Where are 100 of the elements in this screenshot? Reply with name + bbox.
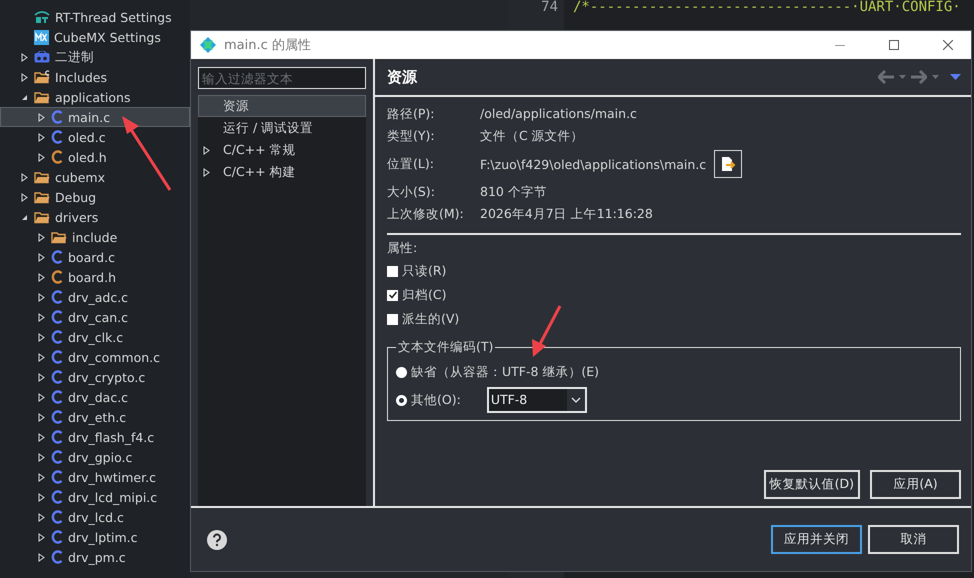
help-icon[interactable] — [207, 530, 227, 550]
collapsed-triangle-icon[interactable] — [37, 512, 46, 522]
page-heading: 资源 — [387, 68, 418, 86]
c-file-icon — [51, 450, 63, 464]
cancel-button[interactable]: 取消 — [868, 525, 959, 554]
collapsed-triangle-icon[interactable] — [37, 532, 46, 542]
collapsed-triangle-icon[interactable] — [37, 432, 46, 442]
dropdown-caret-icon[interactable] — [899, 75, 906, 79]
tree-item[interactable]: drv_hwtimer.c — [0, 467, 190, 487]
tree-item[interactable]: drv_lcd.c — [0, 507, 190, 527]
c-file-icon — [51, 430, 63, 444]
tree-item[interactable]: main.c — [0, 107, 190, 127]
collapsed-triangle-icon[interactable] — [37, 352, 46, 362]
collapsed-triangle-icon[interactable] — [37, 392, 46, 402]
tree-item[interactable]: drv_can.c — [0, 307, 190, 327]
open-location-button[interactable] — [714, 150, 742, 178]
apply-and-close-button[interactable]: 应用并关闭 — [771, 525, 862, 554]
radio-button[interactable] — [396, 366, 407, 378]
tree-item[interactable]: board.h — [0, 267, 190, 287]
tree-item[interactable]: oled.c — [0, 127, 190, 147]
page-button[interactable]: 恢复默认值(D) — [764, 470, 860, 499]
radio-button[interactable] — [396, 394, 407, 406]
mx-settings-icon — [34, 30, 49, 44]
collapsed-triangle-icon[interactable] — [20, 52, 29, 62]
c-file-icon — [51, 350, 63, 364]
collapsed-triangle-icon[interactable] — [37, 412, 46, 422]
group-title: 文本文件编码(T) — [396, 338, 496, 356]
checkbox[interactable] — [387, 314, 398, 324]
encoding-dropdown[interactable]: UTF-8 — [486, 387, 587, 413]
tree-item[interactable]: cubemx — [0, 167, 190, 187]
tree-item[interactable]: drv_crypto.c — [0, 367, 190, 387]
tree-item[interactable]: drivers — [0, 207, 190, 227]
tree-item[interactable]: applications — [0, 87, 190, 107]
collapsed-triangle-icon[interactable] — [37, 312, 46, 322]
tree-item[interactable]: 二进制 — [0, 47, 190, 67]
collapsed-triangle-icon[interactable] — [37, 372, 46, 382]
app-logo-icon — [200, 37, 216, 53]
expanded-triangle-icon[interactable] — [20, 92, 29, 102]
tree-item[interactable]: drv_clk.c — [0, 327, 190, 347]
tree-item[interactable]: drv_adc.c — [0, 287, 190, 307]
expanded-triangle-icon[interactable] — [20, 212, 29, 222]
c-file-icon — [51, 130, 63, 144]
collapsed-triangle-icon[interactable] — [37, 232, 46, 242]
dropdown-caret-icon[interactable] — [932, 75, 939, 79]
tree-item[interactable]: drv_dac.c — [0, 387, 190, 407]
collapsed-triangle-icon[interactable] — [37, 112, 46, 122]
collapsed-triangle-icon[interactable] — [202, 146, 211, 154]
tree-item[interactable]: drv_pm.c — [0, 547, 190, 567]
c-file-icon — [51, 110, 63, 124]
collapsed-triangle-icon[interactable] — [37, 452, 46, 462]
collapsed-triangle-icon[interactable] — [20, 172, 29, 182]
nav-item[interactable]: C/C++ 构建 — [198, 161, 366, 183]
c-file-icon — [51, 330, 63, 344]
tree-item[interactable]: drv_lptim.c — [0, 527, 190, 547]
tree-item[interactable]: drv_eth.c — [0, 407, 190, 427]
collapsed-triangle-icon[interactable] — [37, 472, 46, 482]
collapsed-triangle-icon[interactable] — [37, 492, 46, 502]
tree-item[interactable]: oled.h — [0, 147, 190, 167]
rt-settings-icon — [34, 10, 50, 24]
tree-item[interactable]: drv_flash_f4.c — [0, 427, 190, 447]
tree-item[interactable]: Includes — [0, 67, 190, 87]
collapsed-triangle-icon[interactable] — [202, 168, 211, 176]
collapsed-triangle-icon[interactable] — [37, 252, 46, 262]
collapsed-triangle-icon[interactable] — [37, 272, 46, 282]
collapsed-triangle-icon[interactable] — [37, 292, 46, 302]
info-label: 上次修改(M): — [387, 205, 465, 223]
filter-field[interactable]: 输入过滤器文本 — [198, 67, 366, 89]
nav-item[interactable]: 运行 / 调试设置 — [198, 117, 366, 139]
collapsed-triangle-icon[interactable] — [37, 552, 46, 562]
tree-item[interactable]: include — [0, 227, 190, 247]
checkbox-label: 派生的(V) — [402, 310, 460, 328]
nav-item[interactable]: 资源 — [198, 95, 366, 117]
tree-item[interactable]: RT-Thread Settings — [0, 7, 190, 27]
c-file-icon — [51, 270, 63, 284]
page-button[interactable]: 应用(A) — [870, 470, 961, 499]
tree-item[interactable]: drv_common.c — [0, 347, 190, 367]
checkbox-label: 归档(C) — [402, 286, 446, 304]
folder-icon — [34, 170, 50, 184]
checkbox[interactable] — [387, 266, 398, 276]
checkbox[interactable] — [387, 290, 398, 300]
forward-arrow-icon[interactable] — [911, 70, 927, 84]
info-value: /oled/applications/main.c — [480, 105, 638, 123]
folder-icon — [51, 230, 67, 244]
nav-item[interactable]: C/C++ 常规 — [198, 139, 366, 161]
back-arrow-icon[interactable] — [878, 70, 894, 84]
info-value: 810 个字节 — [480, 183, 548, 201]
collapsed-triangle-icon[interactable] — [37, 152, 46, 162]
tree-item[interactable]: drv_gpio.c — [0, 447, 190, 467]
line-number: 74 — [540, 0, 558, 14]
tree-item[interactable]: board.c — [0, 247, 190, 267]
tree-item[interactable]: CubeMX Settings — [0, 27, 190, 47]
close-icon — [943, 40, 953, 50]
view-menu-icon[interactable] — [950, 74, 961, 80]
tree-item[interactable]: drv_lcd_mipi.c — [0, 487, 190, 507]
collapsed-triangle-icon[interactable] — [37, 332, 46, 342]
collapsed-triangle-icon[interactable] — [20, 72, 29, 82]
info-value: 2026年4月7日 上午11:16:28 — [480, 205, 654, 223]
collapsed-triangle-icon[interactable] — [37, 132, 46, 142]
tree-item[interactable]: Debug — [0, 187, 190, 207]
collapsed-triangle-icon[interactable] — [20, 192, 29, 202]
